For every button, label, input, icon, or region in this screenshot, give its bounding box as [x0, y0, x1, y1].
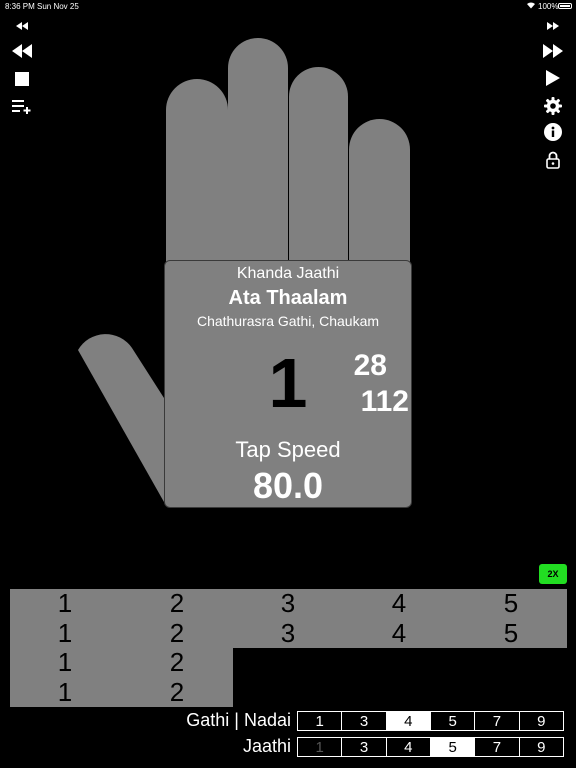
count-bottom: 112 — [360, 385, 409, 418]
gathi-option-9[interactable]: 9 — [520, 712, 563, 730]
jaathi-option-5[interactable]: 5 — [430, 738, 476, 756]
jaathi-name: Khanda Jaathi — [236, 265, 340, 282]
battery-icon — [558, 3, 572, 9]
jaathi-option-1[interactable]: 1 — [298, 738, 343, 756]
beat-cell: 3 — [280, 617, 296, 648]
gathi-option-3[interactable]: 3 — [342, 712, 387, 730]
battery-percent: 100% — [538, 2, 559, 11]
beat-cell: 4 — [391, 588, 407, 618]
wifi-icon — [526, 1, 536, 11]
beat-cell: 3 — [280, 588, 296, 618]
tap-speed-label: Tap Speed — [235, 437, 341, 462]
jaathi-option-7[interactable]: 7 — [475, 738, 520, 756]
info-icon[interactable] — [543, 122, 563, 142]
gathi-option-7[interactable]: 7 — [475, 712, 520, 730]
finger-ring[interactable] — [289, 67, 348, 264]
status-date: Sun Nov 25 — [37, 2, 79, 11]
gear-icon[interactable] — [543, 96, 563, 116]
gathi-line: Chathurasra Gathi, Chaukam — [196, 313, 380, 329]
beat-grid: 1 2 3 4 5 1 2 3 4 5 1 2 1 2 — [10, 589, 567, 707]
gathi-option-5[interactable]: 5 — [431, 712, 476, 730]
palm[interactable]: Khanda Jaathi Ata Thaalam Chathurasra Ga… — [164, 260, 412, 508]
gathi-label: Gathi | Nadai — [186, 710, 291, 730]
play-icon[interactable] — [543, 68, 563, 88]
speed-multiplier-button[interactable]: 2X — [539, 564, 567, 584]
jaathi-option-4[interactable]: 4 — [387, 738, 431, 756]
rewind-icon[interactable] — [12, 41, 32, 61]
finger-index[interactable] — [166, 79, 228, 264]
beat-cell: 5 — [503, 588, 519, 618]
beat-cell: 2 — [169, 676, 185, 707]
stop-icon[interactable] — [12, 69, 32, 89]
gathi-option-1[interactable]: 1 — [298, 712, 343, 730]
playlist-add-icon[interactable] — [12, 96, 32, 116]
thaalam-name: Ata Thaalam — [228, 287, 348, 309]
status-time: 8:36 PM — [5, 2, 35, 11]
gathi-option-4[interactable]: 4 — [386, 712, 431, 730]
tap-speed-value[interactable]: 80.0 — [165, 465, 411, 507]
thumb[interactable] — [60, 330, 170, 510]
count-top: 28 — [353, 349, 387, 382]
fast-forward-small-icon[interactable] — [543, 16, 563, 36]
beat-cell: 5 — [503, 617, 519, 648]
beat-cell: 1 — [57, 647, 73, 677]
status-bar: 8:36 PM Sun Nov 25 100% — [0, 0, 576, 14]
finger-middle[interactable] — [228, 38, 288, 264]
beat-cell: 2 — [169, 617, 185, 648]
lock-icon[interactable] — [543, 150, 563, 170]
beat-cell: 2 — [169, 647, 185, 677]
fast-forward-icon[interactable] — [543, 41, 563, 61]
gathi-selector: 134579 — [297, 711, 564, 731]
jaathi-label: Jaathi — [242, 736, 291, 756]
finger-little[interactable] — [349, 119, 410, 264]
beat-cell: 1 — [57, 617, 73, 648]
beat-cell: 2 — [169, 588, 185, 618]
rewind-small-icon[interactable] — [12, 16, 32, 36]
jaathi-option-9[interactable]: 9 — [520, 738, 563, 756]
jaathi-option-3[interactable]: 3 — [342, 738, 387, 756]
beat-cell: 1 — [57, 676, 73, 707]
beat-cell: 4 — [391, 617, 407, 648]
beat-cell: 1 — [57, 588, 73, 618]
jaathi-selector: 134579 — [297, 737, 564, 757]
